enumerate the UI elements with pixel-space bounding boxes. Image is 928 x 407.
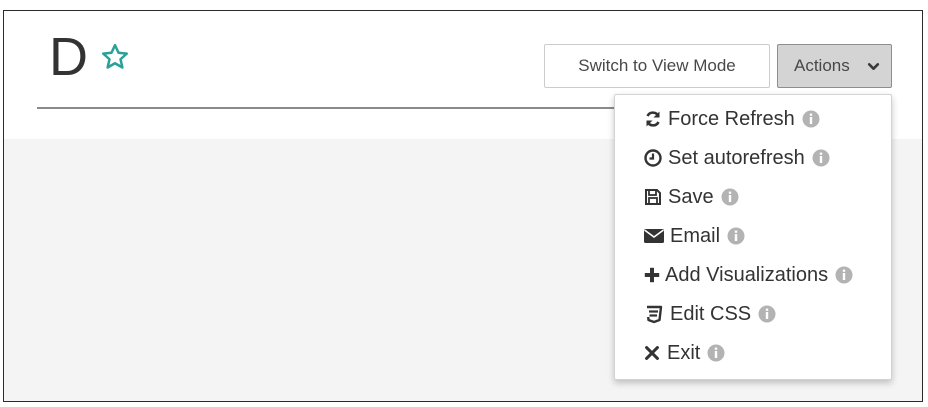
info-icon[interactable] (758, 305, 776, 323)
menu-item-label: Add Visualizations (665, 263, 829, 286)
css-icon (647, 305, 663, 324)
menu-item-force-refresh[interactable]: Force Refresh (643, 106, 820, 132)
actions-menu: Force Refresh Set autorefresh Save Email… (614, 94, 892, 380)
favorite-star-icon[interactable] (100, 42, 130, 72)
actions-dropdown-button[interactable]: Actions (777, 44, 892, 88)
plus-icon (644, 267, 660, 283)
menu-item-exit[interactable]: Exit (643, 340, 725, 366)
menu-item-label: Force Refresh (668, 107, 795, 130)
refresh-icon (646, 111, 660, 127)
menu-item-save[interactable]: Save (643, 184, 739, 210)
save-icon (645, 189, 661, 205)
actions-button-label: Actions (794, 56, 850, 75)
menu-item-set-autorefresh[interactable]: Set autorefresh (643, 145, 830, 171)
menu-item-edit-css[interactable]: Edit CSS (643, 301, 776, 327)
menu-item-label: Set autorefresh (668, 146, 805, 169)
switch-to-view-mode-button[interactable]: Switch to View Mode (544, 44, 770, 88)
dashboard-frame: D Switch to View Mode Actions Force Refr… (3, 10, 923, 402)
info-icon[interactable] (802, 110, 820, 128)
menu-item-label: Email (670, 224, 721, 247)
close-icon (645, 346, 659, 360)
info-icon[interactable] (835, 266, 853, 284)
info-icon[interactable] (727, 227, 745, 245)
chevron-down-icon (867, 63, 880, 70)
clock-icon (644, 149, 662, 167)
menu-item-add-visualizations[interactable]: Add Visualizations (643, 262, 853, 288)
dashboard-title: D (49, 27, 88, 87)
menu-item-email[interactable]: Email (643, 223, 745, 249)
menu-item-label: Edit CSS (670, 302, 752, 325)
info-icon[interactable] (707, 344, 725, 362)
envelope-icon (644, 229, 664, 243)
menu-item-label: Exit (667, 341, 701, 364)
menu-item-label: Save (668, 185, 714, 208)
info-icon[interactable] (812, 149, 830, 167)
info-icon[interactable] (721, 188, 739, 206)
